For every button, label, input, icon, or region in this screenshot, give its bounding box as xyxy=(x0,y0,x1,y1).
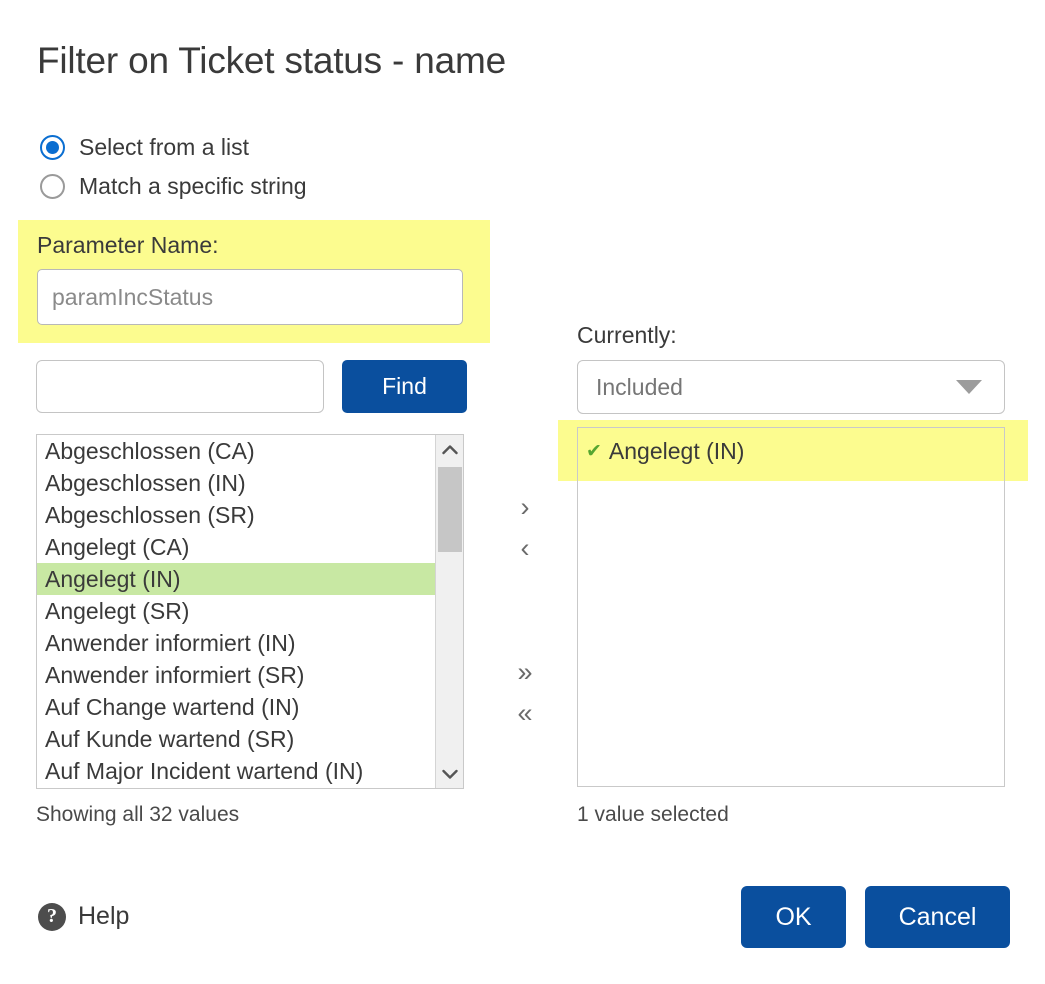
currently-mode-select[interactable]: Included xyxy=(577,360,1005,414)
parameter-name-label: Parameter Name: xyxy=(37,232,219,258)
available-values-listbox[interactable]: Abgeschlossen (CA) Abgeschlossen (IN) Ab… xyxy=(36,434,464,789)
list-item[interactable]: Auf Change wartend (IN) xyxy=(37,691,435,723)
radio-unselected-icon[interactable] xyxy=(40,174,65,199)
list-item[interactable]: Abgeschlossen (IN) xyxy=(37,467,435,499)
available-list-scrollbar[interactable] xyxy=(435,435,463,788)
chevron-up-icon xyxy=(442,444,458,454)
help-icon: ? xyxy=(38,902,66,931)
radio-select-from-list[interactable]: Select from a list xyxy=(40,134,249,161)
radio-match-specific-string[interactable]: Match a specific string xyxy=(40,173,307,200)
scroll-down-icon[interactable] xyxy=(436,760,463,788)
check-icon: ✔ xyxy=(586,441,602,462)
ok-button[interactable]: OK xyxy=(741,886,846,948)
filter-dialog: Filter on Ticket status - name Select fr… xyxy=(0,0,1045,984)
list-item[interactable]: Auf Major Incident wartend (IN) xyxy=(37,755,435,787)
scroll-up-icon[interactable] xyxy=(436,435,463,463)
list-item-selected[interactable]: Angelegt (IN) xyxy=(37,563,435,595)
move-all-left-button[interactable]: « xyxy=(505,696,545,730)
list-item-label: Angelegt (IN) xyxy=(608,438,745,464)
radio-select-from-list-label: Select from a list xyxy=(79,134,249,160)
help-label: Help xyxy=(78,902,130,930)
list-item[interactable]: Angelegt (CA) xyxy=(37,531,435,563)
find-button[interactable]: Find xyxy=(342,360,467,413)
cancel-button[interactable]: Cancel xyxy=(865,886,1010,948)
list-item[interactable]: Angelegt (SR) xyxy=(37,595,435,627)
chevron-down-icon xyxy=(442,769,458,779)
selected-values-status: 1 value selected xyxy=(577,803,729,826)
move-all-right-button[interactable]: » xyxy=(505,655,545,689)
currently-label: Currently: xyxy=(577,322,677,348)
radio-selected-icon[interactable] xyxy=(40,135,65,160)
currently-mode-value: Included xyxy=(596,373,683,400)
selected-values-listbox[interactable]: ✔ Angelegt (IN) xyxy=(577,427,1005,787)
scrollbar-thumb[interactable] xyxy=(438,467,462,552)
list-item[interactable]: Auf Kunde wartend (SR) xyxy=(37,723,435,755)
list-item-selected[interactable]: ✔ Angelegt (IN) xyxy=(578,428,1004,475)
available-values-items: Abgeschlossen (CA) Abgeschlossen (IN) Ab… xyxy=(37,435,435,787)
page-title: Filter on Ticket status - name xyxy=(37,40,507,81)
list-item[interactable]: Anwender informiert (SR) xyxy=(37,659,435,691)
available-values-status: Showing all 32 values xyxy=(36,803,240,826)
list-item[interactable]: Abgeschlossen (CA) xyxy=(37,435,435,467)
help-link[interactable]: ? Help xyxy=(38,902,129,931)
move-right-button[interactable]: › xyxy=(505,490,545,524)
list-item[interactable]: Anwender informiert (IN) xyxy=(37,627,435,659)
chevron-down-icon xyxy=(956,380,982,394)
list-item[interactable]: Abgeschlossen (SR) xyxy=(37,499,435,531)
move-left-button[interactable]: ‹ xyxy=(505,531,545,565)
radio-match-specific-string-label: Match a specific string xyxy=(79,173,307,199)
search-input[interactable] xyxy=(36,360,324,413)
parameter-name-input[interactable] xyxy=(37,269,463,325)
